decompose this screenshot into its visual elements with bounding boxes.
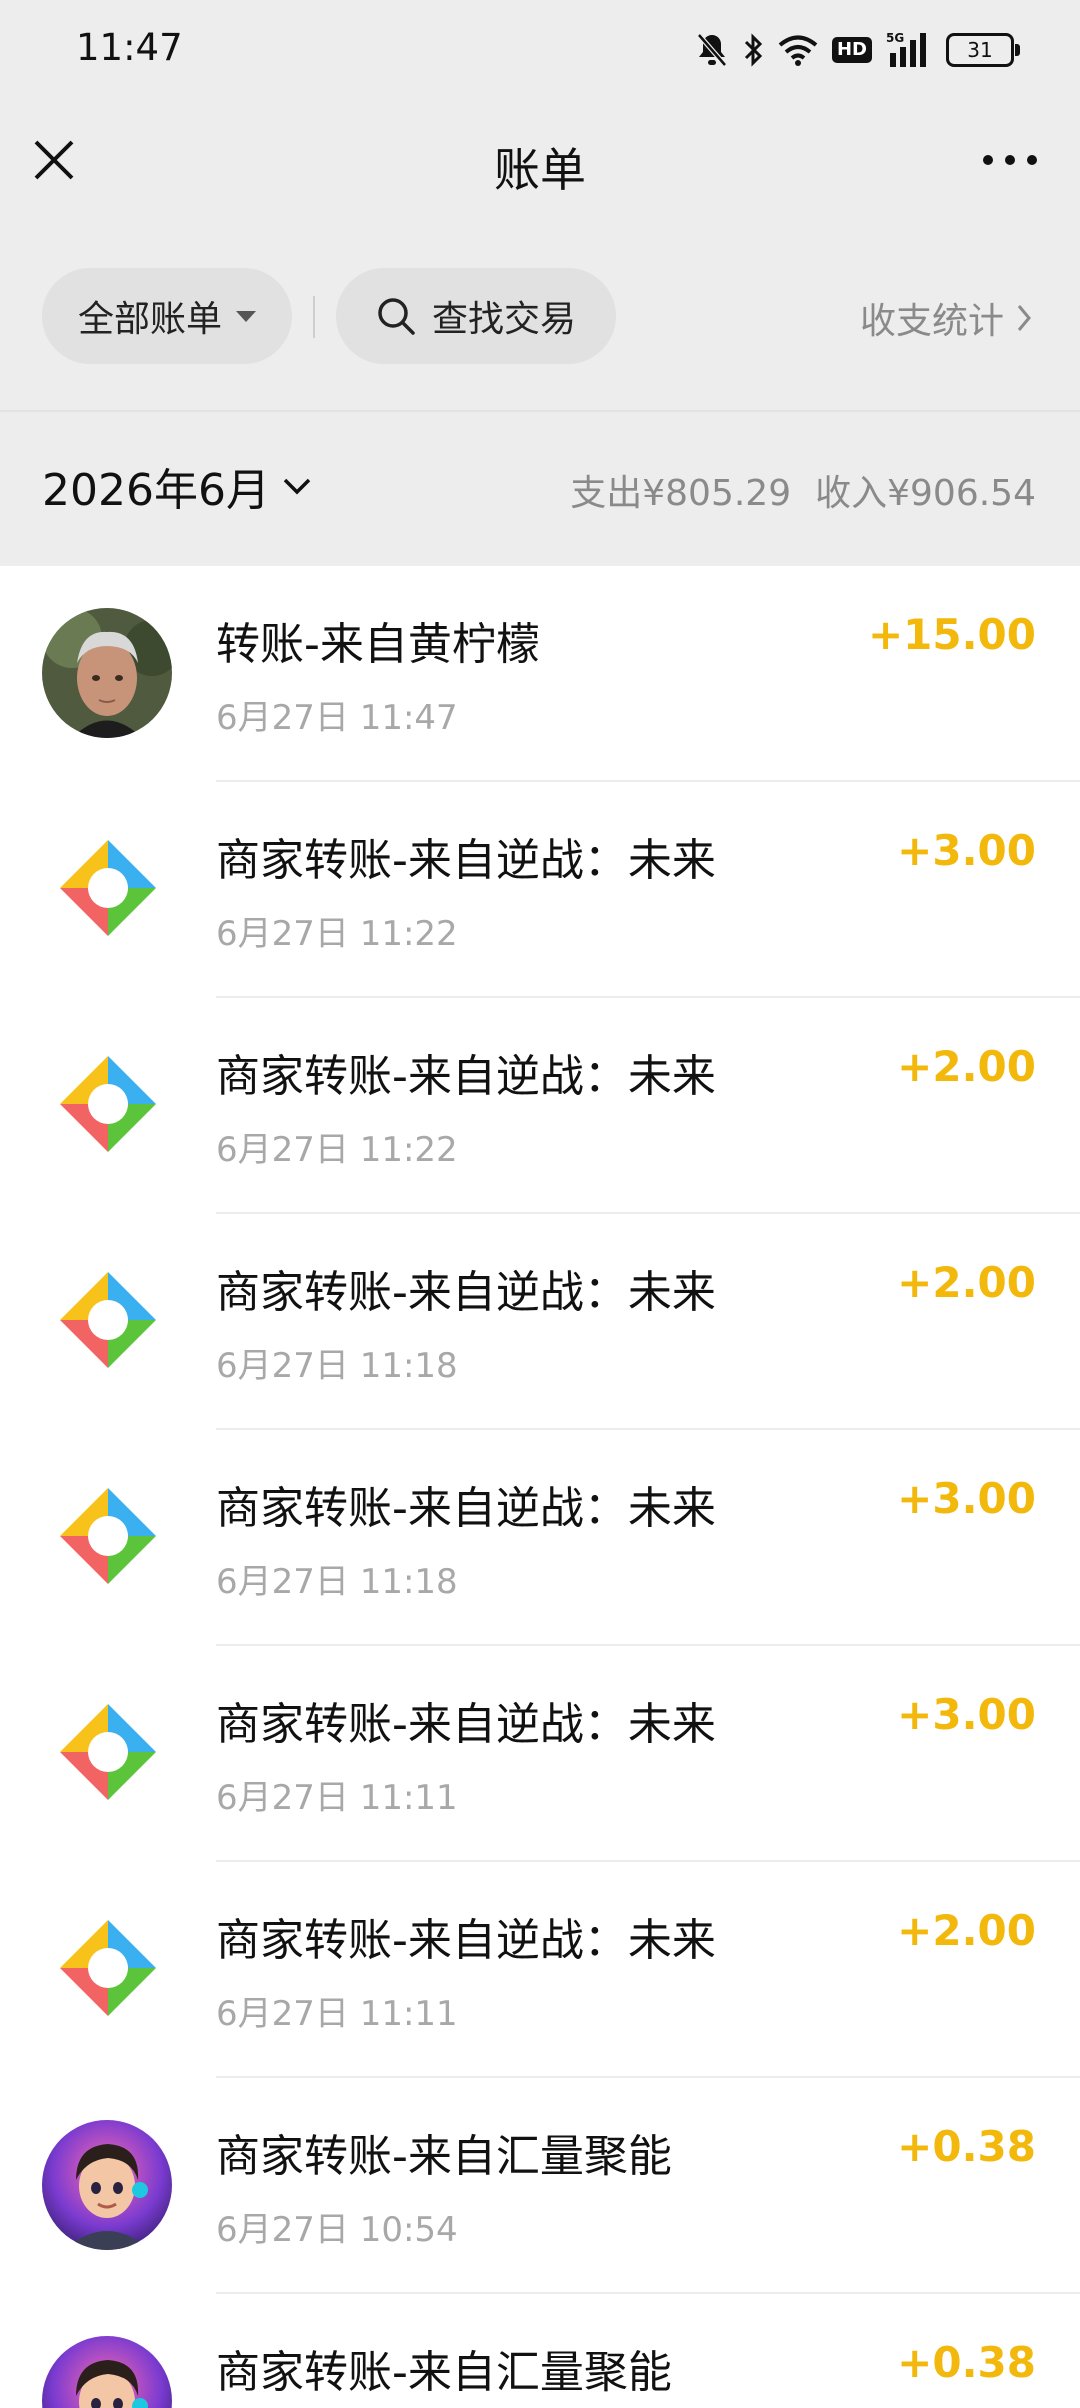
transaction-row[interactable]: 商家转账-来自汇量聚能 6月27日 10:54 +0.38 bbox=[0, 2078, 1080, 2294]
battery-level: 31 bbox=[967, 38, 993, 62]
transaction-row[interactable]: 商家转账-来自逆战：未来 6月27日 11:18 +3.00 bbox=[0, 1430, 1080, 1646]
transaction-date: 6月27日 11:18 bbox=[216, 1562, 458, 1602]
transaction-amount: +0.38 bbox=[897, 2338, 1036, 2387]
top-area: 11:47 HD 5G 31 账单 全部账单 查找交易 收支统计 bbox=[0, 0, 1080, 410]
merchant-logo-icon bbox=[60, 1704, 156, 1800]
transaction-date: 6月27日 11:47 bbox=[216, 698, 458, 738]
nav-bar: 账单 bbox=[0, 100, 1080, 224]
battery-icon: 31 bbox=[946, 33, 1020, 67]
month-label: 2026年6月 bbox=[42, 465, 270, 516]
transaction-row[interactable]: 商家转账-来自逆战：未来 6月27日 11:11 +3.00 bbox=[0, 1646, 1080, 1862]
cartoon-avatar bbox=[42, 2120, 172, 2250]
transaction-amount: +2.00 bbox=[897, 1042, 1036, 1091]
transaction-amount: +3.00 bbox=[897, 1690, 1036, 1739]
svg-text:5G: 5G bbox=[886, 31, 904, 45]
transaction-amount: +2.00 bbox=[897, 1258, 1036, 1307]
person-avatar bbox=[42, 608, 172, 738]
merchant-logo-icon bbox=[60, 1272, 156, 1368]
stats-label: 收支统计 bbox=[859, 301, 1004, 342]
bluetooth-icon bbox=[744, 33, 763, 67]
all-bills-label: 全部账单 bbox=[77, 299, 222, 340]
cartoon-avatar bbox=[42, 2336, 172, 2408]
status-bar: 11:47 HD 5G 31 bbox=[0, 0, 1080, 100]
transaction-amount: +0.38 bbox=[897, 2122, 1036, 2171]
search-icon bbox=[378, 298, 415, 335]
month-summary: 支出¥805.29 收入¥906.54 bbox=[570, 464, 1036, 516]
more-icon[interactable] bbox=[980, 150, 1040, 170]
transaction-row[interactable]: 商家转账-来自逆战：未来 6月27日 11:18 +2.00 bbox=[0, 1214, 1080, 1430]
transaction-date: 6月27日 10:54 bbox=[216, 2210, 458, 2250]
transaction-title: 商家转账-来自汇量聚能 bbox=[216, 2131, 672, 2182]
filter-divider bbox=[313, 296, 315, 338]
transaction-amount: +3.00 bbox=[897, 826, 1036, 875]
month-header: 2026年6月 支出¥805.29 收入¥906.54 bbox=[0, 410, 1080, 566]
transaction-title: 商家转账-来自汇量聚能 bbox=[216, 2347, 672, 2398]
expense-total: 支出¥805.29 bbox=[570, 473, 792, 514]
transaction-date: 6月27日 11:11 bbox=[216, 1778, 458, 1818]
transaction-date: 6月27日 11:22 bbox=[216, 914, 458, 954]
page-title: 账单 bbox=[494, 143, 586, 197]
merchant-logo-icon bbox=[60, 1056, 156, 1152]
income-total: 收入¥906.54 bbox=[815, 473, 1036, 514]
transaction-list: 转账-来自黄柠檬 6月27日 11:47 +15.00 商家转账-来自逆战：未来… bbox=[0, 566, 1080, 2408]
transaction-title: 商家转账-来自逆战：未来 bbox=[216, 835, 716, 886]
transaction-row[interactable]: 商家转账-来自逆战：未来 6月27日 11:22 +2.00 bbox=[0, 998, 1080, 1214]
transaction-row[interactable]: 转账-来自黄柠檬 6月27日 11:47 +15.00 bbox=[0, 566, 1080, 782]
caret-down-icon bbox=[236, 310, 256, 322]
transaction-amount: +15.00 bbox=[867, 610, 1036, 659]
signal-icon: 5G bbox=[886, 31, 926, 67]
transaction-title: 商家转账-来自逆战：未来 bbox=[216, 1699, 716, 1750]
transaction-title: 商家转账-来自逆战：未来 bbox=[216, 1483, 716, 1534]
month-selector[interactable]: 2026年6月 bbox=[42, 454, 312, 518]
transaction-title: 转账-来自黄柠檬 bbox=[216, 619, 540, 670]
transaction-date: 6月27日 11:22 bbox=[216, 1130, 458, 1170]
transaction-title: 商家转账-来自逆战：未来 bbox=[216, 1915, 716, 1966]
merchant-logo-icon bbox=[60, 1488, 156, 1584]
transaction-row[interactable]: 商家转账-来自逆战：未来 6月27日 11:11 +2.00 bbox=[0, 1862, 1080, 2078]
transaction-title: 商家转账-来自逆战：未来 bbox=[216, 1051, 716, 1102]
filter-bar: 全部账单 查找交易 收支统计 bbox=[0, 224, 1080, 410]
merchant-logo-icon bbox=[60, 840, 156, 936]
transaction-amount: +2.00 bbox=[897, 1906, 1036, 1955]
transaction-row[interactable]: 商家转账-来自逆战：未来 6月27日 11:22 +3.00 bbox=[0, 782, 1080, 998]
status-icons: HD 5G 31 bbox=[696, 28, 1020, 72]
transaction-title: 商家转账-来自逆战：未来 bbox=[216, 1267, 716, 1318]
transaction-date: 6月27日 11:18 bbox=[216, 1346, 458, 1386]
status-time: 11:47 bbox=[76, 26, 183, 69]
all-bills-filter[interactable]: 全部账单 bbox=[42, 268, 292, 364]
transaction-amount: +3.00 bbox=[897, 1474, 1036, 1523]
search-transactions-button[interactable]: 查找交易 bbox=[336, 268, 616, 364]
merchant-logo-icon bbox=[60, 1920, 156, 2016]
transaction-row[interactable]: 商家转账-来自汇量聚能 +0.38 bbox=[0, 2294, 1080, 2408]
income-expense-stats-link[interactable]: 收支统计 bbox=[860, 292, 1032, 344]
chevron-down-icon bbox=[283, 478, 311, 495]
chevron-right-icon bbox=[1017, 305, 1031, 331]
wifi-icon bbox=[778, 35, 818, 66]
bell-muted-icon bbox=[697, 33, 727, 67]
search-label: 查找交易 bbox=[431, 299, 576, 340]
transaction-date: 6月27日 11:11 bbox=[216, 1994, 458, 2034]
hd-icon: HD bbox=[831, 37, 872, 63]
